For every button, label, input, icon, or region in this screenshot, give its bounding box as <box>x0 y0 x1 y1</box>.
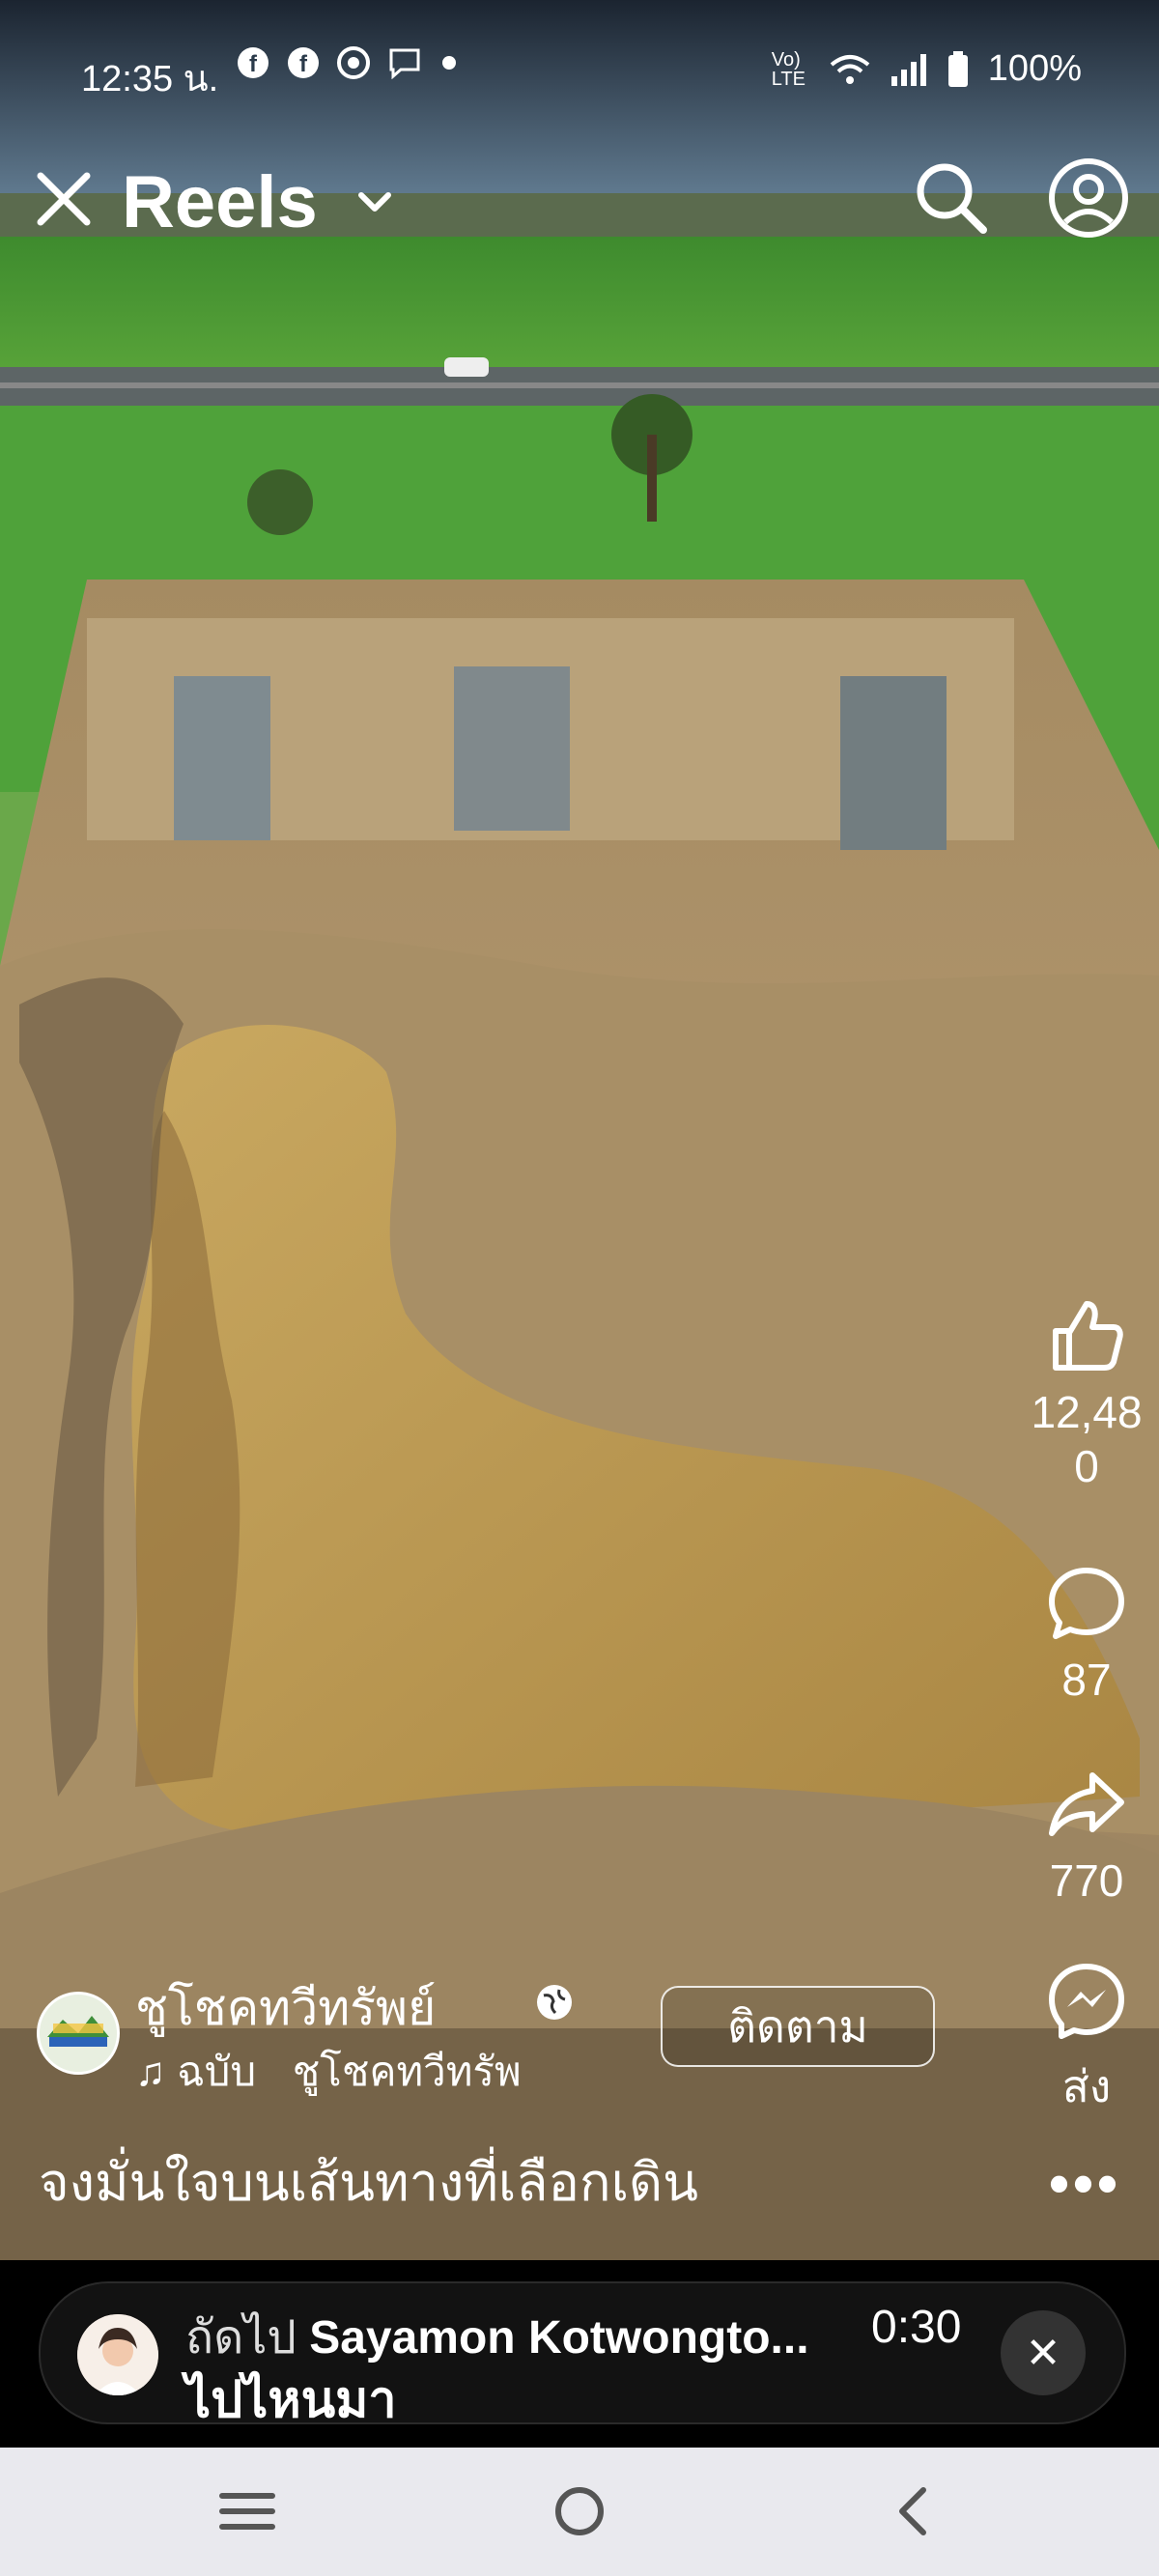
svg-text:f: f <box>299 51 308 77</box>
wifi-icon <box>830 54 870 84</box>
battery-icon <box>947 50 968 87</box>
recent-apps-button[interactable] <box>209 2482 286 2540</box>
next-reel-bar[interactable]: ถัดไป Sayamon Kotwongto... 0:30 ไปไหนมา … <box>39 2281 1126 2428</box>
reels-topbar: Reels <box>0 145 1159 270</box>
battery-percent: 100% <box>987 48 1082 89</box>
status-time: 12:35 น. <box>81 59 219 99</box>
close-icon[interactable] <box>31 166 97 232</box>
system-nav-bar <box>0 2448 1159 2576</box>
audio-track[interactable]: ♫ ฉบับ ชูโชคทวีทรัพ <box>135 2040 522 2104</box>
like-icon[interactable] <box>1046 1294 1127 1375</box>
home-button[interactable] <box>541 2482 618 2540</box>
music-note-icon: ♫ <box>135 2049 166 2094</box>
next-creator-avatar <box>77 2314 158 2395</box>
notification-icons: f f <box>237 46 459 79</box>
send-action[interactable]: ส่ง <box>995 1961 1159 2122</box>
follow-button[interactable]: ติดตาม <box>661 1986 935 2067</box>
messenger-icon[interactable] <box>1046 1961 1127 2042</box>
next-creator-name: Sayamon Kotwongto... <box>309 2312 809 2364</box>
like-action[interactable]: 12,48 0 <box>995 1294 1159 1493</box>
signal-icon <box>890 53 926 86</box>
page-title[interactable]: Reels <box>122 160 318 244</box>
audio-prefix: ฉบับ <box>177 2049 257 2094</box>
next-prefix: ถัดไป <box>185 2312 297 2364</box>
share-count: 770 <box>1049 1855 1124 1906</box>
share-action[interactable]: 770 <box>995 1764 1159 1907</box>
reel-caption[interactable]: จงมั่นใจบนเส้นทางที่เลือกเดิน <box>39 2140 698 2223</box>
search-icon[interactable] <box>912 158 991 238</box>
messenger-icon <box>389 48 420 79</box>
next-reel-title: ไปไหนมา <box>185 2372 397 2428</box>
dot-icon <box>442 56 456 70</box>
back-button[interactable] <box>875 2482 952 2540</box>
comment-action[interactable]: 87 <box>995 1563 1159 1706</box>
svg-text:f: f <box>249 51 258 77</box>
comment-icon[interactable] <box>1046 1563 1127 1644</box>
dismiss-next-button[interactable]: ✕ <box>1001 2310 1086 2395</box>
profile-icon[interactable] <box>1045 155 1132 241</box>
more-options-icon[interactable]: ••• <box>1049 2150 1121 2217</box>
status-right: Vo) LTE 100% <box>772 48 1082 90</box>
status-bar: 12:35 น. f f Vo) LTE 100% <box>0 10 1159 116</box>
author-name[interactable]: ชูโชคทวีทรัพย์ <box>135 1970 436 2047</box>
audio-title: ชูโชคทวีทรัพ <box>292 2049 522 2094</box>
next-duration: 0:30 <box>871 2302 962 2353</box>
share-icon[interactable] <box>1046 1764 1127 1845</box>
comment-count: 87 <box>1061 1655 1112 1705</box>
chevron-down-icon[interactable] <box>355 187 394 216</box>
network-label: Vo) LTE <box>771 48 806 90</box>
chrome-icon <box>337 46 370 79</box>
like-count: 12,48 0 <box>1031 1387 1143 1491</box>
globe-icon <box>537 1985 572 2020</box>
facebook-icon: f <box>288 47 319 78</box>
facebook-icon: f <box>238 47 269 78</box>
send-label: ส่ง <box>1061 2061 1112 2111</box>
reel-video[interactable] <box>0 0 1159 2260</box>
author-avatar[interactable] <box>37 1992 120 2075</box>
